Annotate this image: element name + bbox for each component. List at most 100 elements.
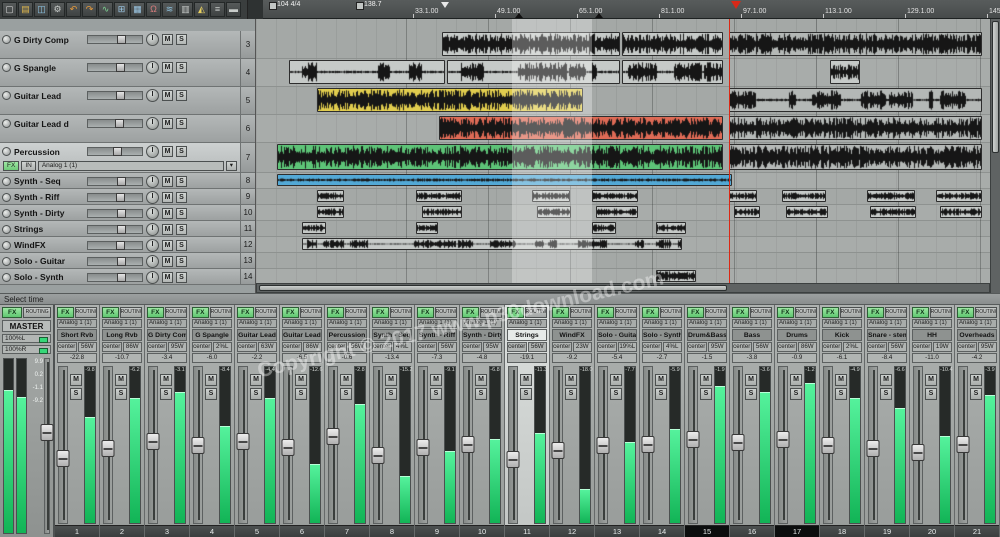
track-panel-row[interactable]: G SpangleMS4 [0,59,255,87]
audio-clip[interactable] [786,206,828,218]
width-control[interactable]: 23W [573,342,593,352]
pan-knob[interactable] [146,191,159,204]
fader-handle[interactable] [822,437,835,454]
fader-handle[interactable] [57,450,70,467]
mute-button[interactable]: M [162,90,173,101]
volume-readout[interactable]: -0.9 [777,353,817,363]
fx-button[interactable]: FX [102,307,119,318]
audio-clip[interactable] [317,190,344,202]
width-control[interactable]: 95W [978,342,998,352]
audio-clip[interactable] [596,206,638,218]
track-volume-fader[interactable] [87,147,143,156]
pan-control[interactable]: center [462,342,482,352]
audio-clip[interactable] [317,206,344,218]
fader-handle[interactable] [116,241,125,250]
solo-button[interactable]: S [176,146,187,157]
audio-clip[interactable] [416,190,462,202]
fader-handle[interactable] [417,439,430,456]
input-label[interactable]: Analog 1 (1) [507,319,547,328]
input-label[interactable]: Analog 1 (1) [552,319,592,328]
solo-button[interactable]: S [655,388,667,400]
routing-button[interactable]: ROUTING [480,307,502,318]
audio-clip[interactable] [622,60,723,84]
mixer-strip[interactable]: FXROUTINGAnalog 1 (1)Stringscenter56W-19… [505,305,550,537]
audio-clip[interactable] [592,222,616,234]
audio-clip[interactable] [782,190,826,202]
volume-readout[interactable]: -2.2 [237,353,277,363]
volume-readout[interactable]: -0.6 [327,353,367,363]
pan-control[interactable]: center [102,342,122,352]
track-panel-row[interactable]: Guitar Lead dMS6 [0,115,255,143]
record-arm-button[interactable] [2,177,11,186]
record-arm-button[interactable] [2,273,11,282]
audio-clip[interactable] [416,222,438,234]
track-panel-row[interactable]: Solo - SynthMS14 [0,269,255,285]
width-control[interactable]: 56W [888,342,908,352]
volume-readout[interactable]: -4.8 [462,353,502,363]
metronome-icon[interactable]: ◭ [194,2,209,17]
volume-fader[interactable] [373,366,383,524]
solo-button[interactable]: S [176,192,187,203]
pan-control[interactable]: center [282,342,302,352]
mute-button[interactable]: M [880,374,892,386]
mixer-strip[interactable]: FXROUTINGAnalog 1 (1)Snare - stemcenter5… [865,305,910,537]
audio-clip[interactable] [447,60,620,84]
fader-handle[interactable] [41,424,54,441]
mixer-toggle-icon[interactable]: ≡ [210,2,225,17]
mixer-strip[interactable]: FXROUTINGAnalog 1 (1)Percussioncenter56W… [325,305,370,537]
audio-clip[interactable] [936,190,982,202]
tempo-marker[interactable]: 104 4/4 [269,1,300,8]
mute-button[interactable]: M [162,118,173,129]
audio-clip[interactable] [289,60,445,84]
volume-fader[interactable] [508,366,518,524]
solo-button[interactable]: S [700,388,712,400]
mute-button[interactable]: M [162,224,173,235]
volume-fader[interactable] [193,366,203,524]
solo-button[interactable]: S [176,118,187,129]
timeline-ruler[interactable]: 33.1.0049.1.0065.1.0081.1.0097.1.00113.1… [263,0,1000,19]
mute-button[interactable]: M [250,374,262,386]
pan-knob[interactable] [146,33,159,46]
solo-button[interactable]: S [970,388,982,400]
audio-clip[interactable] [830,60,860,84]
fader-handle[interactable] [117,209,126,218]
master-strip[interactable]: FX ROUTING MASTER 100%L 100%R 9.90.2-1.1… [0,305,55,537]
input-label[interactable]: Analog 1 (1) [957,319,997,328]
volume-fader[interactable] [823,366,833,524]
track-panel-row[interactable]: PercussionMS7FXINAnalog 1 (1)▾ [0,143,255,173]
solo-button[interactable]: S [176,240,187,251]
mute-button[interactable]: M [162,146,173,157]
volume-fader[interactable] [778,366,788,524]
mute-button[interactable]: M [745,374,757,386]
pan-knob[interactable] [146,255,159,268]
input-label[interactable]: Analog 1 (1) [867,319,907,328]
track-panel-row[interactable]: G Dirty CompMS3 [0,31,255,59]
audio-clip[interactable] [422,206,462,218]
pan-control[interactable]: center [192,342,212,352]
routing-button[interactable]: ROUTING [840,307,862,318]
fader-handle[interactable] [282,439,295,456]
solo-button[interactable]: S [176,34,187,45]
record-arm-button[interactable] [2,193,11,202]
pan-control[interactable]: center [912,342,932,352]
project-marker[interactable] [441,2,449,8]
fx-button[interactable]: FX [912,307,929,318]
fader-handle[interactable] [117,225,126,234]
record-arm-button[interactable] [2,91,11,100]
tempo-marker[interactable]: 138.7 [356,1,382,8]
width-control[interactable]: 56W [528,342,548,352]
fader-handle[interactable] [237,433,250,450]
envelope-mode-icon[interactable]: ∿ [98,2,113,17]
horizontal-scrollbar-thumb[interactable] [259,285,727,291]
pan-control[interactable]: center [237,342,257,352]
solo-button[interactable]: S [475,388,487,400]
fader-handle[interactable] [687,431,700,448]
vertical-scrollbar[interactable] [990,19,1000,293]
vertical-scrollbar-thumb[interactable] [992,21,999,153]
volume-readout[interactable]: -10.7 [102,353,142,363]
volume-fader[interactable] [913,366,923,524]
fx-button[interactable]: FX [642,307,659,318]
audio-clip[interactable] [277,174,732,186]
mixer-strip[interactable]: FXROUTINGAnalog 1 (1)Solo - Guitarcenter… [595,305,640,537]
track-panel-row[interactable]: StringsMS11 [0,221,255,237]
